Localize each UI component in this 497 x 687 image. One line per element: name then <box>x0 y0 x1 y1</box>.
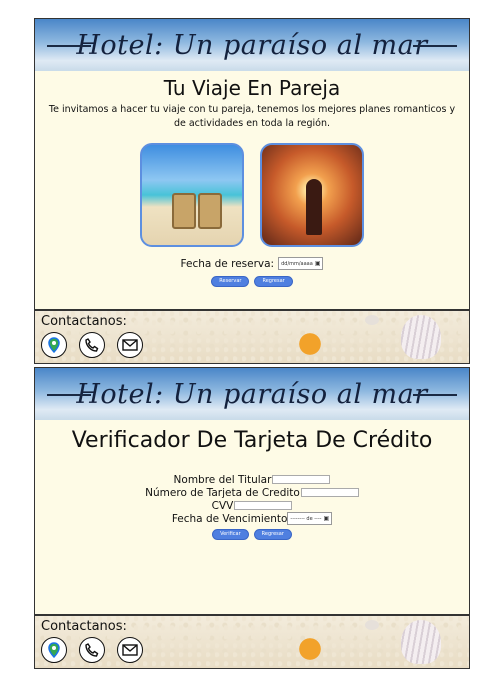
expiry-row: Fecha de Vencimiento -------- de ---- ▣ <box>35 512 469 525</box>
starfish-decoration <box>285 624 335 668</box>
beach-chair <box>198 193 222 229</box>
contact-icons <box>41 637 143 663</box>
banner-line-right <box>413 394 457 396</box>
seashell-decoration <box>401 315 441 359</box>
expiry-input[interactable]: -------- de ---- ▣ <box>287 512 333 525</box>
reservation-buttons: Reservar Regresar <box>35 276 469 287</box>
banner-title: Hotel: Un paraíso al mar <box>76 378 428 410</box>
cvv-row: CVV <box>35 499 469 512</box>
page-title: Tu Viaje En Pareja <box>163 76 341 100</box>
reserve-button[interactable]: Reservar <box>211 276 250 287</box>
calendar-icon: ▣ <box>323 515 330 522</box>
back-button[interactable]: Regresar <box>254 276 293 287</box>
reserve-date-input[interactable]: dd/mm/aaaa ▣ <box>278 257 324 270</box>
phone-icon[interactable] <box>79 637 105 663</box>
sunset-couple-photo <box>260 143 364 247</box>
seashell-decoration <box>401 620 441 664</box>
card-number-row: Número de Tarjeta de Credito <box>35 486 469 499</box>
holder-input[interactable] <box>272 475 331 484</box>
contact-footer: Contactanos: <box>34 310 470 364</box>
cvv-label: CVV <box>211 499 234 512</box>
page-title: Verificador De Tarjeta De Crédito <box>71 428 433 453</box>
holder-label: Nombre del Titular <box>173 473 272 486</box>
card-number-input[interactable] <box>300 488 359 497</box>
reserve-date-label: Fecha de reserva: <box>180 257 275 270</box>
card-number-label: Número de Tarjeta de Credito <box>145 486 300 499</box>
pebble <box>365 315 379 325</box>
map-pin-icon[interactable] <box>41 637 67 663</box>
verify-buttons: Verificar Regresar <box>35 529 469 540</box>
verify-button[interactable]: Verificar <box>212 529 249 540</box>
photo-gallery <box>35 143 469 247</box>
holder-row: Nombre del Titular <box>35 473 469 486</box>
intro-text: Te invitamos a hacer tu viaje con tu par… <box>48 104 456 129</box>
pebble <box>365 620 379 630</box>
card-verifier-page: Hotel: Un paraíso al mar Verificador De … <box>34 367 470 615</box>
card-form: Nombre del Titular Número de Tarjeta de … <box>35 473 469 525</box>
map-pin-icon[interactable] <box>41 332 67 358</box>
contact-label: Contactanos: <box>41 619 127 634</box>
banner-line-left <box>47 394 91 396</box>
phone-icon[interactable] <box>79 332 105 358</box>
banner-title: Hotel: Un paraíso al mar <box>76 29 428 61</box>
reservation-page: Hotel: Un paraíso al mar Tu Viaje En Par… <box>34 18 470 310</box>
contact-footer: Contactanos: <box>34 615 470 669</box>
reserve-date-row: Fecha de reserva: dd/mm/aaaa ▣ <box>35 257 469 270</box>
banner-line-left <box>47 45 91 47</box>
beach-chairs-photo <box>140 143 244 247</box>
expiry-placeholder: -------- de ---- <box>290 515 322 522</box>
banner-line-right <box>413 45 457 47</box>
date-placeholder: dd/mm/aaaa <box>281 260 313 267</box>
hotel-banner: Hotel: Un paraíso al mar <box>35 368 469 420</box>
contact-icons <box>41 332 143 358</box>
contact-label: Contactanos: <box>41 314 127 329</box>
couple-silhouette <box>306 179 322 235</box>
back-button[interactable]: Regresar <box>253 529 292 540</box>
cvv-input[interactable] <box>234 501 293 510</box>
hotel-banner: Hotel: Un paraíso al mar <box>35 19 469 71</box>
mail-icon[interactable] <box>117 332 143 358</box>
expiry-label: Fecha de Vencimiento <box>171 512 288 525</box>
mail-icon[interactable] <box>117 637 143 663</box>
calendar-icon: ▣ <box>314 260 321 267</box>
beach-chair <box>172 193 196 229</box>
starfish-decoration <box>285 319 335 363</box>
